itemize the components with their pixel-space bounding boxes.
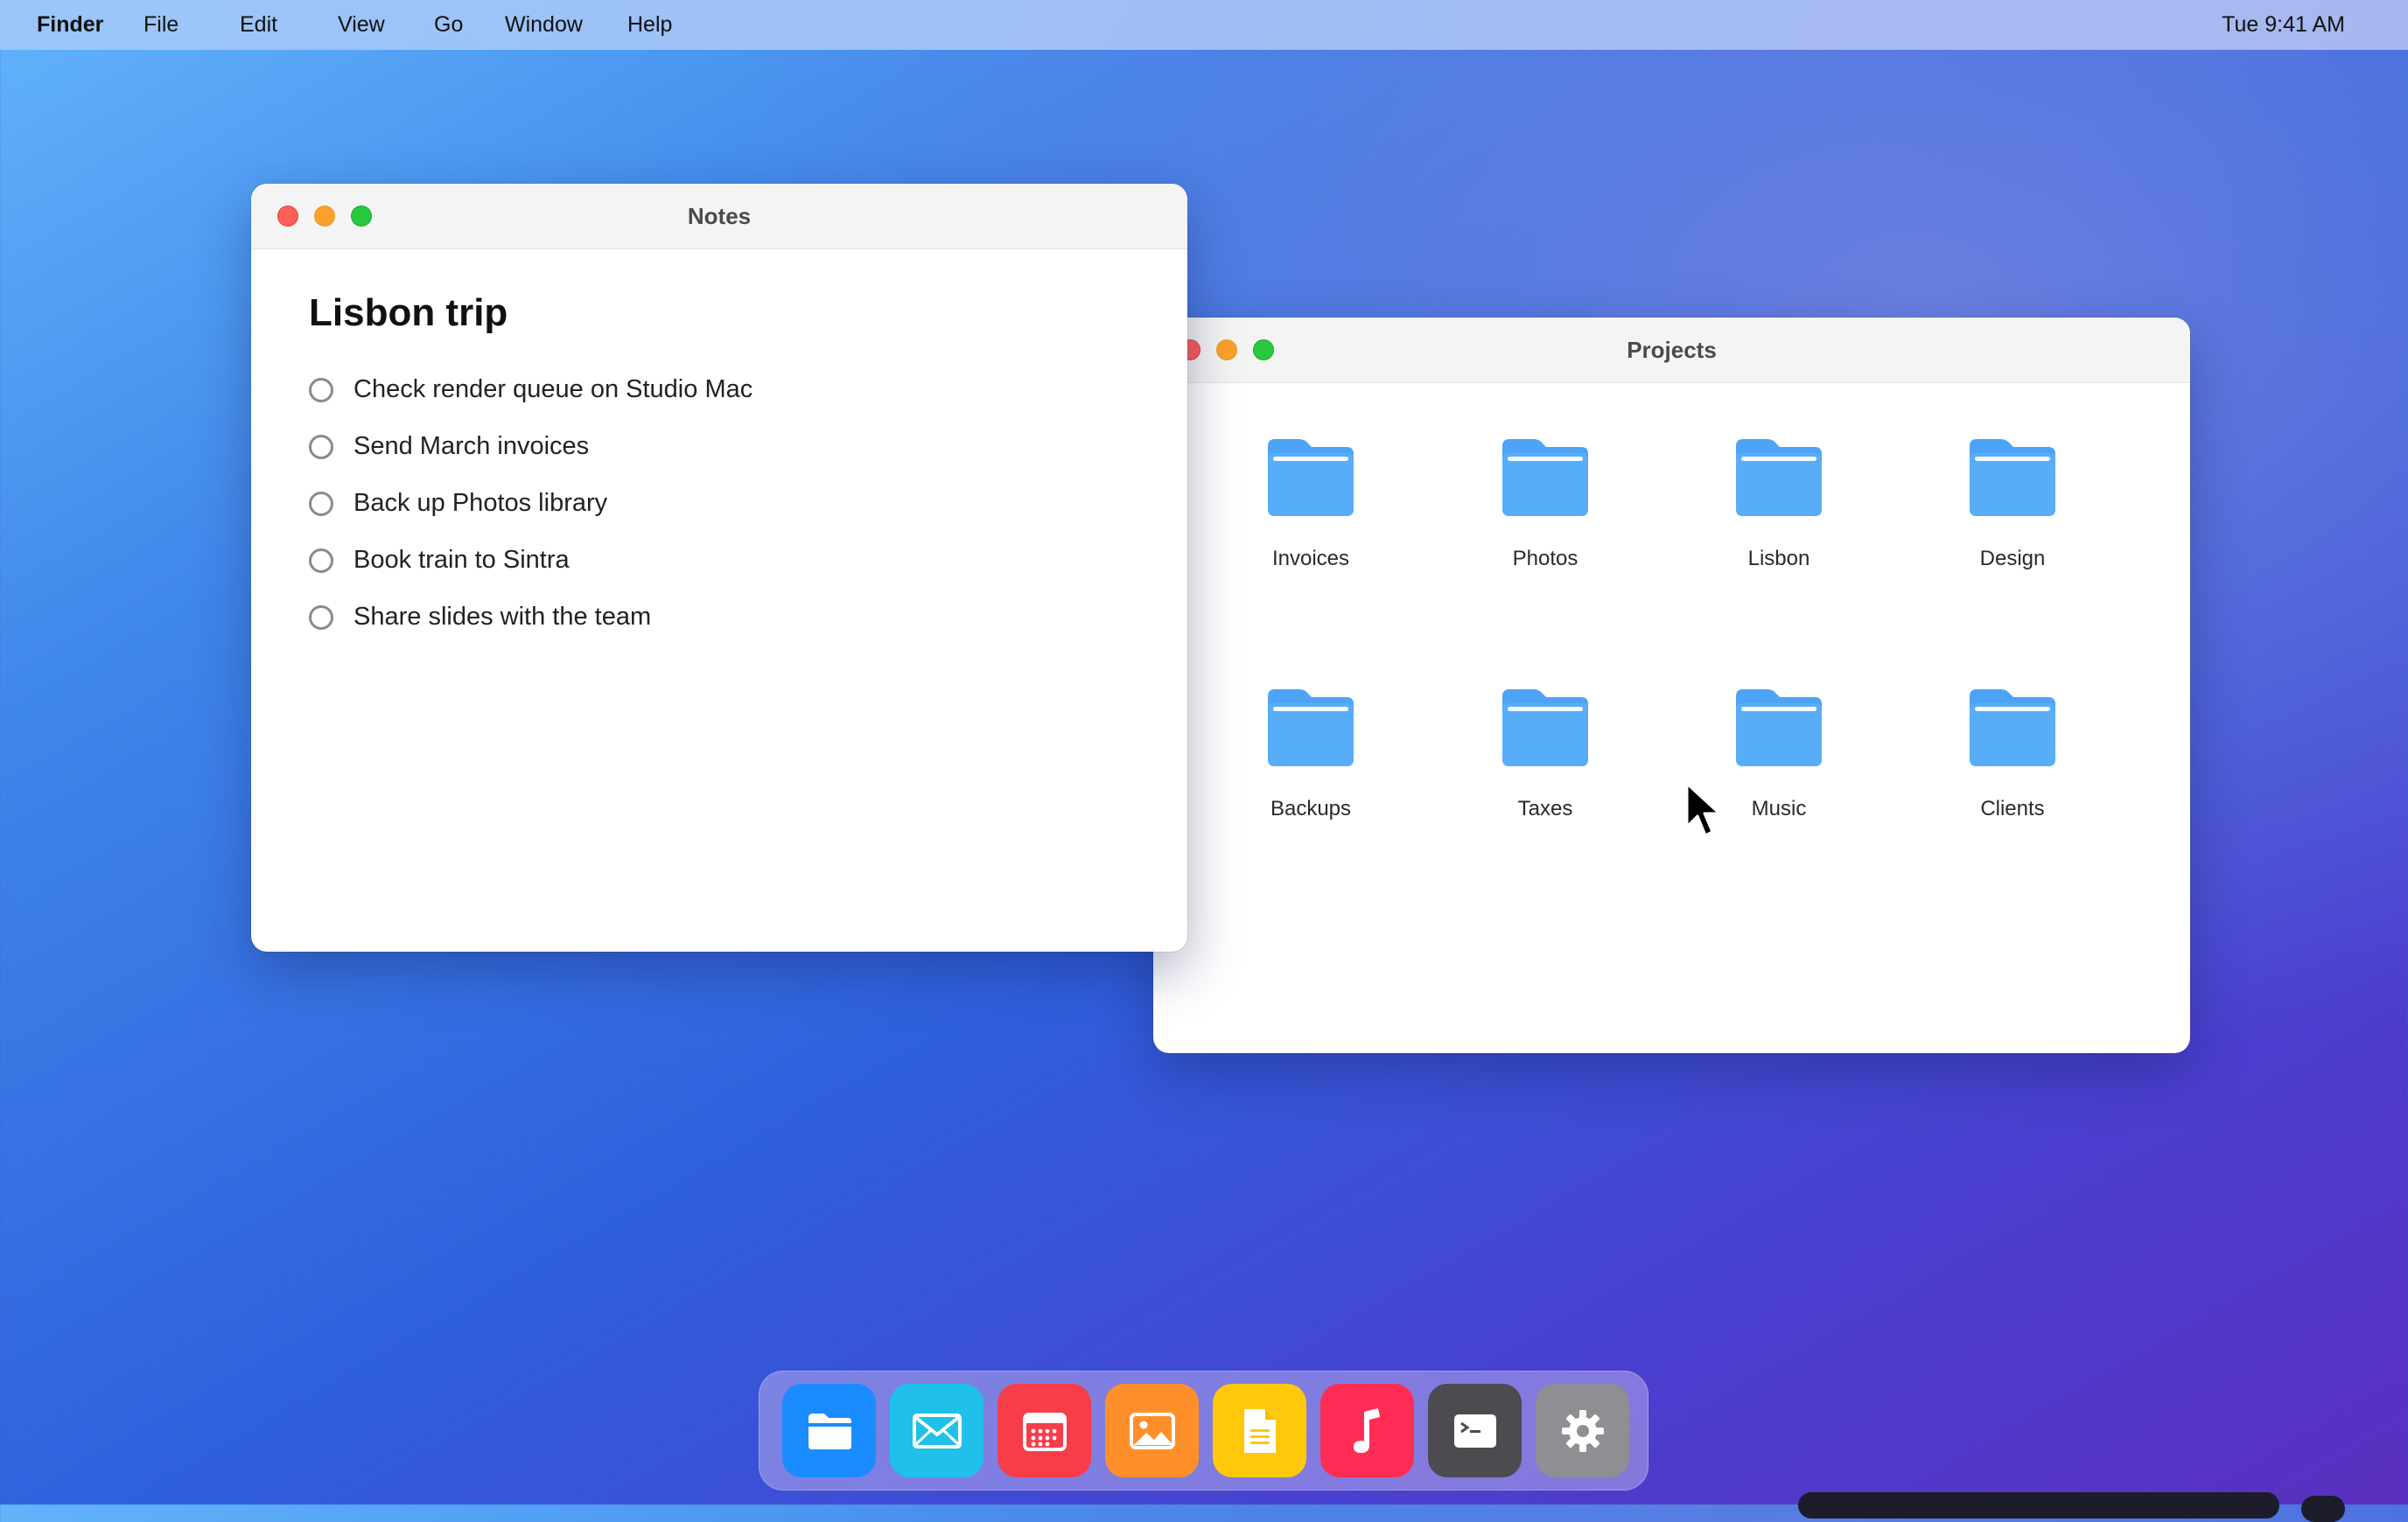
menu-bar: Finder File Edit View Go Window Help Tue… — [0, 0, 2408, 50]
minimize-button[interactable] — [314, 206, 335, 227]
menu-app-finder[interactable]: Finder — [37, 12, 103, 38]
menu-file[interactable]: File — [144, 12, 178, 38]
folder-design[interactable]: Design — [1925, 434, 2100, 571]
folder-icon — [1970, 439, 2055, 516]
folder-label: Taxes — [1517, 797, 1573, 820]
todo-text[interactable]: Send March invoices — [354, 432, 589, 461]
folder-invoices[interactable]: Invoices — [1223, 434, 1398, 571]
todo-item: Send March invoices — [309, 418, 1130, 475]
folder-label: Design — [1979, 547, 2046, 570]
folder-icon — [1268, 689, 1354, 766]
bottom-edge-indicator — [2301, 1496, 2345, 1522]
dock — [759, 1371, 1648, 1491]
mail-icon — [912, 1413, 962, 1449]
calendar-icon — [1022, 1412, 1067, 1451]
photos-icon — [1129, 1412, 1175, 1449]
minimize-button[interactable] — [1216, 339, 1237, 360]
notes-titlebar[interactable]: Notes — [251, 184, 1187, 249]
finder-window: Projects Invoices Photos Lisbon Design B… — [1153, 318, 2190, 1053]
folder-icon — [1502, 689, 1588, 766]
note-body[interactable]: Lisbon trip Check render queue on Studio… — [251, 249, 1187, 688]
note-heading[interactable]: Lisbon trip — [309, 291, 1130, 335]
todo-item: Book train to Sintra — [309, 532, 1130, 589]
menu-help[interactable]: Help — [627, 12, 672, 38]
menu-edit[interactable]: Edit — [240, 12, 277, 38]
folder-label: Clients — [1980, 797, 2045, 820]
window-title: Projects — [1627, 336, 1717, 363]
todo-text[interactable]: Check render queue on Studio Mac — [354, 375, 752, 404]
bottom-edge-panel — [1798, 1492, 2279, 1519]
notes-window: Notes Lisbon trip Check render queue on … — [251, 184, 1187, 952]
checkbox-circle-icon[interactable] — [309, 491, 333, 516]
folder-label: Backups — [1270, 797, 1352, 820]
mouse-pointer-icon — [1685, 782, 1721, 837]
zoom-button[interactable] — [351, 206, 372, 227]
folder-label: Invoices — [1271, 547, 1350, 570]
folder-icon — [1502, 439, 1588, 516]
todo-item: Share slides with the team — [309, 589, 1130, 646]
checkbox-circle-icon[interactable] — [309, 377, 333, 402]
window-title: Notes — [687, 202, 752, 229]
todo-text[interactable]: Share slides with the team — [354, 603, 651, 632]
todo-text[interactable]: Book train to Sintra — [354, 546, 570, 575]
terminal-icon — [1453, 1414, 1496, 1448]
menu-view[interactable]: View — [338, 12, 385, 38]
dock-music[interactable] — [1320, 1384, 1414, 1477]
folder-lisbon[interactable]: Lisbon — [1691, 434, 1866, 571]
checkbox-circle-icon[interactable] — [309, 604, 333, 630]
close-button[interactable] — [277, 206, 298, 227]
checkbox-circle-icon[interactable] — [309, 548, 333, 573]
dock-photos[interactable] — [1105, 1384, 1199, 1477]
dock-terminal[interactable] — [1428, 1384, 1522, 1477]
folder-taxes[interactable]: Taxes — [1458, 684, 1633, 821]
zoom-button[interactable] — [1253, 339, 1274, 360]
todo-item: Check render queue on Studio Mac — [309, 361, 1130, 418]
menu-window[interactable]: Window — [505, 12, 583, 38]
dock-calendar[interactable] — [998, 1384, 1091, 1477]
folder-icon — [1268, 439, 1354, 516]
todo-text[interactable]: Back up Photos library — [354, 489, 607, 518]
document-icon — [1243, 1408, 1276, 1453]
todo-item: Back up Photos library — [309, 475, 1130, 532]
settings-gear-icon — [1561, 1409, 1604, 1452]
finder-icon — [808, 1413, 851, 1449]
folder-icon — [1736, 689, 1822, 766]
folder-icon — [1736, 439, 1822, 516]
music-icon — [1353, 1407, 1380, 1453]
dock-pages[interactable] — [1213, 1384, 1306, 1477]
dock-settings[interactable] — [1536, 1384, 1629, 1477]
menu-go[interactable]: Go — [434, 12, 463, 38]
dock-mail[interactable] — [890, 1384, 984, 1477]
folder-label: Photos — [1512, 547, 1578, 570]
menu-clock[interactable]: Tue 9:41 AM — [2222, 12, 2345, 38]
folder-clients[interactable]: Clients — [1925, 684, 2100, 821]
folder-photos[interactable]: Photos — [1458, 434, 1633, 571]
finder-titlebar[interactable]: Projects — [1153, 318, 2190, 383]
folder-backups[interactable]: Backups — [1223, 684, 1398, 821]
dock-finder[interactable] — [782, 1384, 876, 1477]
folder-label: Lisbon — [1747, 547, 1810, 570]
checkbox-circle-icon[interactable] — [309, 434, 333, 459]
folder-icon — [1970, 689, 2055, 766]
